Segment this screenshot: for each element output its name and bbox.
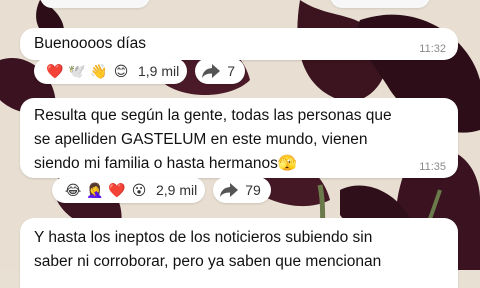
message-time: 11:32 (419, 43, 446, 55)
facepalm-reaction-icon: 🤦‍♀️ (86, 182, 104, 198)
previous-message-edge (330, 0, 430, 8)
message-time: 11:35 (419, 161, 446, 173)
wave-reaction-icon: 👋 (90, 63, 108, 79)
dove-reaction-icon: 🕊️ (68, 63, 86, 79)
heart-reaction-icon: ❤️ (108, 182, 126, 198)
forward-count: 79 (245, 182, 261, 198)
forward-button[interactable]: 7 (195, 58, 246, 84)
reactions-pill[interactable]: 😂 🤦‍♀️ ❤️ 😮 2,9 mil (52, 177, 206, 203)
forward-button[interactable]: 79 (213, 177, 271, 203)
previous-message-edge (40, 0, 150, 8)
reaction-count: 2,9 mil (156, 182, 198, 198)
smile-reaction-icon: 😊 (113, 63, 129, 79)
message-bubble[interactable]: Resulta que según la gente, todas las pe… (20, 98, 458, 178)
message-text: Resulta que según la gente, todas las pe… (34, 107, 392, 172)
message-text: Buenoooos días (34, 35, 147, 52)
reaction-count: 1,9 mil (138, 63, 180, 79)
forward-count: 7 (227, 63, 236, 79)
surprised-reaction-icon: 😮 (131, 182, 147, 198)
forward-arrow-icon (202, 64, 221, 78)
forward-arrow-icon (220, 183, 239, 197)
message-bubble[interactable]: Buenoooos días 11:32 (20, 28, 458, 60)
reaction-bar: 😂 🤦‍♀️ ❤️ 😮 2,9 mil 79 (52, 177, 271, 203)
reactions-pill[interactable]: ❤️ 🕊️ 👋 😊 1,9 mil (34, 58, 188, 84)
laughing-reaction-icon: 😂 (64, 182, 82, 198)
message-text: Y hasta los ineptos de los noticieros su… (34, 229, 382, 270)
reaction-bar: ❤️ 🕊️ 👋 😊 1,9 mil 7 (34, 58, 246, 84)
message-bubble[interactable]: Y hasta los ineptos de los noticieros su… (20, 218, 458, 288)
heart-reaction-icon: ❤️ (46, 63, 64, 79)
